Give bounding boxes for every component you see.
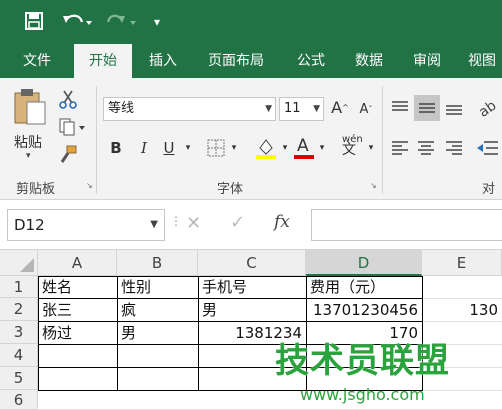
font-name-select[interactable]: 等线 ▼ xyxy=(103,97,276,121)
align-left-icon[interactable] xyxy=(390,138,410,158)
enter-icon[interactable]: ✓ xyxy=(230,212,245,233)
align-middle-icon[interactable] xyxy=(414,95,440,121)
align-center-icon[interactable] xyxy=(416,138,436,158)
orientation-icon[interactable]: ab xyxy=(476,98,500,121)
fill-color-icon[interactable] xyxy=(255,136,277,160)
tab-view[interactable]: 视图 xyxy=(462,44,502,78)
column-header-b[interactable]: B xyxy=(117,250,198,276)
group-divider xyxy=(382,86,383,194)
redo-icon[interactable] xyxy=(106,12,136,35)
font-size-value: 11 xyxy=(284,101,301,116)
align-top-icon[interactable] xyxy=(390,98,410,118)
column-header-c[interactable]: C xyxy=(198,250,306,276)
cancel-icon[interactable]: ✕ xyxy=(186,213,201,234)
row-header-1[interactable]: 1 xyxy=(0,276,38,298)
increase-font-size-icon[interactable]: A^ xyxy=(331,97,349,119)
phonetic-guide-icon[interactable]: wén 文 xyxy=(342,134,363,157)
font-group-label: 字体 xyxy=(217,182,244,197)
tab-page-layout[interactable]: 页面布局 xyxy=(198,44,274,78)
group-divider xyxy=(96,86,97,194)
row-header-3[interactable]: 3 xyxy=(0,321,38,344)
fill-color-dropdown-icon[interactable]: ▾ xyxy=(279,137,291,159)
column-header-d[interactable]: D xyxy=(306,250,422,276)
font-launcher-icon[interactable]: ↘ xyxy=(370,181,377,190)
formula-bar: D12 ▼ ⋮ ✕ ✓ fx xyxy=(0,200,502,250)
cell-b1[interactable]: 性别 xyxy=(117,277,198,298)
name-box-value: D12 xyxy=(14,216,45,234)
svg-text:A: A xyxy=(297,136,309,156)
cut-icon[interactable] xyxy=(58,89,78,109)
title-bar: ▾ xyxy=(0,0,502,44)
watermark-logo: 技术员联盟 xyxy=(275,341,450,381)
row-header-6[interactable]: 6 xyxy=(0,390,38,410)
font-color-icon[interactable]: A xyxy=(293,134,315,160)
cell-b3[interactable]: 男 xyxy=(117,322,198,344)
tab-review[interactable]: 审阅 xyxy=(404,44,450,78)
tab-insert[interactable]: 插入 xyxy=(140,44,186,78)
bold-button[interactable]: B xyxy=(105,137,127,159)
column-header-e[interactable]: E xyxy=(422,250,502,276)
ribbon: 粘贴 ▾ 剪贴板 ↘ 等线 ▼ 11 ▼ A^ Aˇ B I U ▾ ▾ ▾ A… xyxy=(0,78,502,216)
align-bottom-icon[interactable] xyxy=(444,98,464,118)
gridline xyxy=(422,321,502,322)
cell-e2[interactable]: 130 xyxy=(422,299,502,321)
font-name-value: 等线 xyxy=(108,101,135,116)
save-icon[interactable] xyxy=(25,12,43,35)
cell-d1[interactable]: 费用（元） xyxy=(306,277,422,298)
column-header-a[interactable]: A xyxy=(38,250,117,276)
chevron-down-icon: ▼ xyxy=(313,104,320,114)
tab-file[interactable]: 文件 xyxy=(14,44,60,78)
chevron-down-icon[interactable]: ▼ xyxy=(150,210,158,240)
decrease-indent-icon[interactable] xyxy=(476,138,500,158)
decrease-font-size-icon[interactable]: Aˇ xyxy=(357,99,375,121)
tab-data[interactable]: 数据 xyxy=(346,44,392,78)
cell-a3[interactable]: 杨过 xyxy=(38,322,117,344)
row-header-5[interactable]: 5 xyxy=(0,367,38,390)
italic-button[interactable]: I xyxy=(133,137,155,159)
underline-button[interactable]: U xyxy=(158,137,180,159)
tab-formulas[interactable]: 公式 xyxy=(288,44,334,78)
cell-b2[interactable]: 疯 xyxy=(117,299,198,321)
paste-button[interactable]: 粘贴 xyxy=(14,132,42,152)
paste-dropdown-icon[interactable]: ▾ xyxy=(26,151,31,161)
ribbon-tabs: 文件 开始 插入 页面布局 公式 数据 审阅 视图 xyxy=(0,44,502,78)
underline-dropdown-icon[interactable]: ▾ xyxy=(182,137,194,159)
clipboard-launcher-icon[interactable]: ↘ xyxy=(86,181,93,190)
cell-a2[interactable]: 张三 xyxy=(38,299,117,321)
cell-c1[interactable]: 手机号 xyxy=(198,277,306,298)
chevron-down-icon: ▼ xyxy=(265,104,272,114)
gridline xyxy=(422,390,502,391)
watermark-url: www.jsgho.com xyxy=(300,385,425,404)
clipboard-group-label: 剪贴板 xyxy=(16,182,56,197)
row-header-2[interactable]: 2 xyxy=(0,298,38,321)
select-all-button[interactable] xyxy=(0,250,38,276)
insert-function-button[interactable]: fx xyxy=(274,212,290,232)
borders-icon[interactable] xyxy=(206,138,226,158)
cell-d2[interactable]: 13701230456 xyxy=(306,299,422,321)
align-right-icon[interactable] xyxy=(444,138,464,158)
format-painter-icon[interactable] xyxy=(58,144,78,164)
tab-home[interactable]: 开始 xyxy=(74,44,132,78)
customize-icon[interactable]: ▾ xyxy=(154,12,160,32)
cell-a1[interactable]: 姓名 xyxy=(38,277,117,298)
phonetic-dropdown-icon[interactable]: ▾ xyxy=(365,137,377,159)
borders-dropdown-icon[interactable]: ▾ xyxy=(228,137,240,159)
formula-bar-grip-icon: ⋮ xyxy=(170,214,182,228)
paste-icon[interactable] xyxy=(12,88,48,128)
worksheet-grid: A B C D E 1 2 3 4 5 6 姓名 性别 手机号 费用（元） 张三… xyxy=(0,250,502,410)
name-box[interactable]: D12 ▼ xyxy=(7,209,165,241)
copy-icon[interactable] xyxy=(58,117,86,137)
cell-c2[interactable]: 男 xyxy=(198,299,306,321)
font-color-dropdown-icon[interactable]: ▾ xyxy=(316,137,328,159)
font-size-select[interactable]: 11 ▼ xyxy=(279,97,324,121)
undo-icon[interactable] xyxy=(62,12,92,35)
row-header-4[interactable]: 4 xyxy=(0,344,38,367)
formula-input[interactable] xyxy=(311,209,502,241)
svg-text:ab: ab xyxy=(476,98,498,118)
